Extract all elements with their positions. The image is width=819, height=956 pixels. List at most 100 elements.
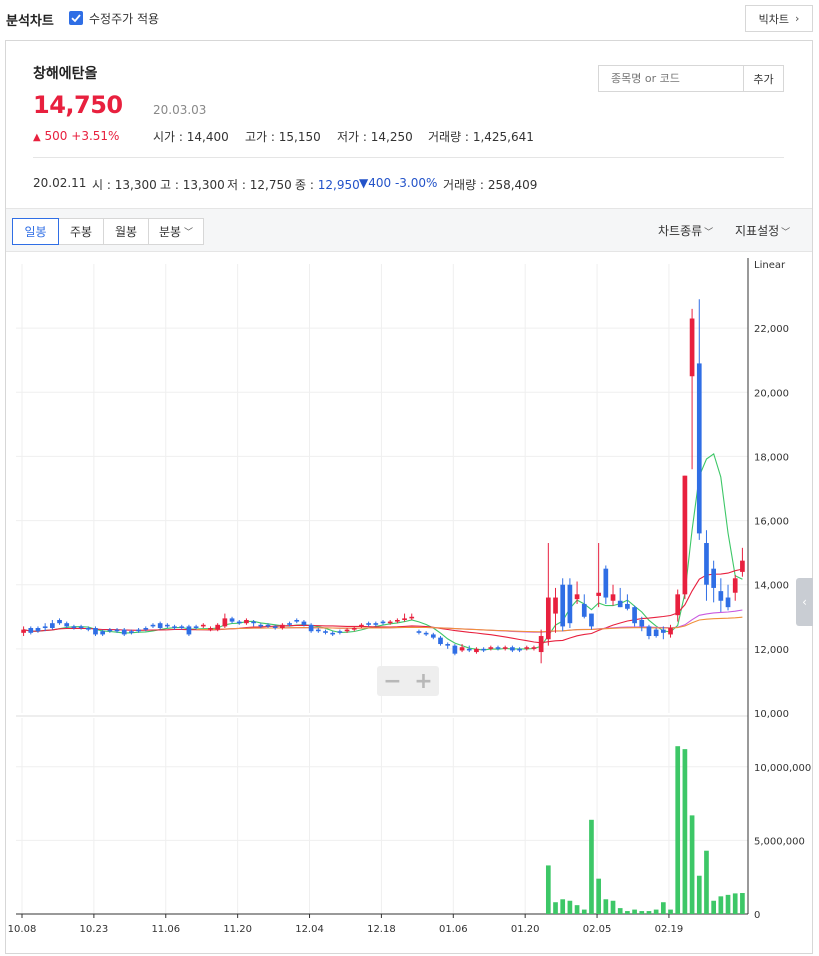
volume-bar xyxy=(560,899,566,914)
chevron-left-icon: ‹ xyxy=(802,595,807,609)
candle-body xyxy=(711,568,716,588)
candle-body xyxy=(639,619,645,627)
candle-body xyxy=(538,636,544,653)
date-tick-label: 02.05 xyxy=(583,924,612,935)
candle-body xyxy=(466,648,472,651)
stock-chart[interactable]: Linear 10,000 12,000 14,000 16,000 18,000 20,0… xyxy=(0,0,819,956)
candle-body xyxy=(617,600,623,608)
candle-body xyxy=(524,647,530,649)
candle-body xyxy=(64,623,70,627)
candle-body xyxy=(438,637,443,645)
candle-body xyxy=(121,629,127,635)
candle-body xyxy=(265,624,271,627)
date-tick-label: 11.06 xyxy=(151,924,180,935)
volume-bar xyxy=(718,896,724,914)
candle-body xyxy=(244,619,249,624)
date-tick-label: 10.08 xyxy=(8,924,37,935)
volume-bar xyxy=(668,909,673,914)
candle-body xyxy=(57,619,62,624)
candle-body xyxy=(689,318,695,377)
candle-body xyxy=(301,621,307,625)
candle-body xyxy=(50,623,55,629)
candle-body xyxy=(668,628,673,635)
candle-body xyxy=(208,628,213,630)
candle-body xyxy=(596,592,601,596)
candle-body xyxy=(452,645,458,654)
candle-body xyxy=(179,626,185,629)
candle-body xyxy=(589,613,594,627)
candle-body xyxy=(215,624,221,630)
candle-body xyxy=(251,621,256,624)
candle-body xyxy=(272,626,278,629)
candle-body xyxy=(481,648,486,651)
volume-bar xyxy=(639,911,645,914)
candle-body xyxy=(682,475,688,595)
volume-bar xyxy=(589,819,594,914)
candle-body xyxy=(280,624,285,629)
candle-body xyxy=(646,626,652,637)
candle-body xyxy=(42,626,48,629)
candle-body xyxy=(610,594,616,601)
candle-body xyxy=(510,647,515,651)
candle-body xyxy=(366,623,371,625)
candle-body xyxy=(222,618,228,627)
candle-body xyxy=(71,626,77,629)
candle-body xyxy=(725,597,731,608)
candle-body xyxy=(78,626,84,629)
candle-body xyxy=(157,623,163,629)
candle-body xyxy=(330,632,336,635)
volume-bar xyxy=(704,850,709,914)
candle-body xyxy=(632,607,637,624)
candle-body xyxy=(143,628,149,630)
tab-daily[interactable]: 일봉 xyxy=(12,218,59,245)
candle-body xyxy=(416,631,422,633)
date-tick-label: 01.06 xyxy=(439,924,468,935)
candle-body xyxy=(114,629,120,632)
volume-bar xyxy=(711,900,716,914)
zoom-out-button[interactable]: − xyxy=(377,666,408,696)
volume-bar xyxy=(682,749,688,914)
volume-tick-label: 10,000,000 xyxy=(754,763,811,774)
candle-body xyxy=(136,629,141,632)
volume-bar xyxy=(689,815,695,914)
candle-body xyxy=(553,597,558,614)
candle-body xyxy=(718,591,724,601)
volume-bar xyxy=(545,865,551,914)
price-tick-label: 20,000 xyxy=(754,388,789,399)
volume-bar xyxy=(725,894,731,914)
candle-body xyxy=(603,568,609,598)
candle-body xyxy=(85,628,91,630)
candle-body xyxy=(395,619,400,622)
candle-body xyxy=(21,629,26,633)
candle-body xyxy=(236,621,242,624)
volume-bar xyxy=(675,746,681,914)
volume-bar xyxy=(567,900,573,914)
zoom-control: − + xyxy=(377,666,439,696)
candle-body xyxy=(193,626,199,629)
volume-bar xyxy=(553,902,558,914)
candle-body xyxy=(502,647,508,649)
zoom-in-button[interactable]: + xyxy=(408,666,439,696)
candle-body xyxy=(474,648,479,653)
candle-body xyxy=(294,619,300,622)
volume-bar xyxy=(596,878,601,914)
candle-body xyxy=(545,597,551,640)
side-panel-toggle[interactable]: ‹ xyxy=(796,578,813,626)
candle-body xyxy=(653,629,659,637)
candle-body xyxy=(28,628,34,633)
candle-body xyxy=(380,621,386,624)
price-tick-label: 10,000 xyxy=(754,709,789,720)
candle-body xyxy=(445,644,451,646)
volume-bar xyxy=(732,893,738,914)
candle-body xyxy=(165,624,170,627)
candle-body xyxy=(186,626,192,635)
price-tick-label: 16,000 xyxy=(754,517,789,528)
candle-body xyxy=(107,629,113,632)
candle-body xyxy=(423,632,429,635)
volume-bar xyxy=(603,899,609,914)
candle-body xyxy=(93,628,98,635)
candle-body xyxy=(581,603,587,617)
candle-body xyxy=(287,623,292,625)
candle-body xyxy=(531,647,537,649)
volume-bar xyxy=(632,909,637,914)
